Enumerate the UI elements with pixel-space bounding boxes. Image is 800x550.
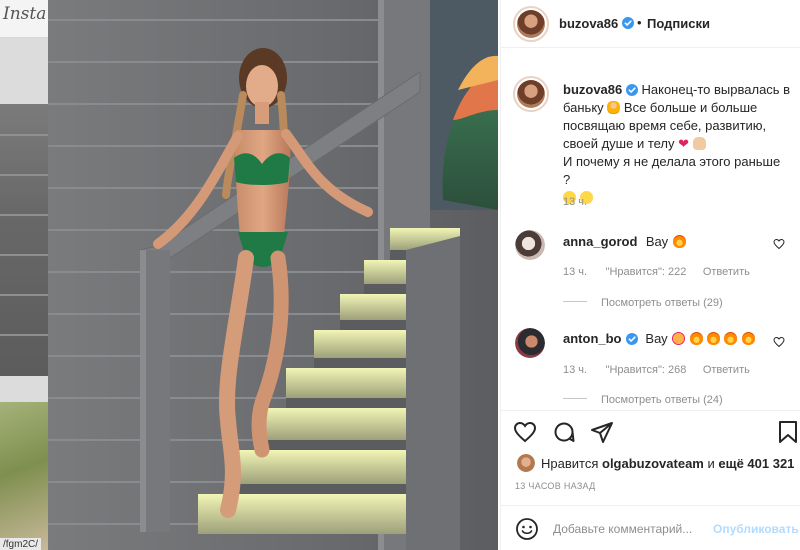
person-emoji-icon <box>607 101 621 114</box>
reply-button[interactable]: Ответить <box>703 266 750 278</box>
caption-line: посвящаю время себе, развитию, <box>563 118 767 133</box>
fire-emoji-icon <box>672 235 686 248</box>
background-thumbnail[interactable] <box>0 402 48 550</box>
fire-emoji-icon <box>689 332 703 345</box>
comment-input[interactable]: Добавьте комментарий... <box>553 522 692 536</box>
author-avatar[interactable] <box>513 6 549 42</box>
likes-summary: Нравится olgabuzovateam и ещё 401 321 <box>541 456 794 471</box>
verified-badge-icon <box>622 17 634 29</box>
comment-time[interactable]: 13 ч. <box>563 364 587 376</box>
caption-line: И почему я не делала этого раньше ? <box>563 154 781 187</box>
commenter-avatar[interactable] <box>515 328 545 358</box>
publish-button[interactable]: Опубликовать <box>713 522 799 536</box>
heart-eyes-emoji-icon <box>672 332 686 345</box>
reply-button[interactable]: Ответить <box>703 364 750 376</box>
comment-username[interactable]: anton_bo <box>563 331 622 346</box>
likes-prefix: Нравится <box>541 456 599 471</box>
post-timestamp[interactable]: 13 ЧАСОВ НАЗАД <box>515 481 596 491</box>
liker-username[interactable]: olgabuzovateam <box>602 456 704 471</box>
comment-row: anna_gorod Вау <box>563 233 686 251</box>
likes-count[interactable]: ещё 401 321 <box>718 456 794 471</box>
instagram-logo-text: Insta <box>3 4 47 24</box>
comment-meta: 13 ч. "Нравится": 222 Ответить <box>563 262 750 280</box>
fire-emoji-icon <box>741 332 755 345</box>
red-heart-emoji-icon: ❤ <box>678 136 690 151</box>
comment-username[interactable]: anna_gorod <box>563 234 637 249</box>
smiley-icon[interactable] <box>515 517 539 541</box>
comment-bubble-icon[interactable] <box>552 420 576 444</box>
commenter-avatar[interactable] <box>515 230 545 260</box>
verified-badge-icon <box>625 333 638 345</box>
caption-line: Все больше и больше <box>623 100 758 115</box>
status-url: /fgm2C/ <box>0 538 42 550</box>
liker-avatar[interactable] <box>517 454 535 472</box>
verified-badge-icon <box>625 84 638 96</box>
background-header: Insta <box>0 0 48 38</box>
comment-text: Вау <box>645 331 668 346</box>
comment-time[interactable]: 13 ч. <box>563 266 587 278</box>
post-photo[interactable] <box>48 0 498 550</box>
view-replies-button[interactable]: Посмотреть ответы (29) <box>563 293 723 311</box>
comment-text: Вау <box>645 234 669 249</box>
caption-line: Наконец-то вырвалась в <box>641 82 791 97</box>
comment-like-heart-icon[interactable] <box>773 238 785 250</box>
folded-hands-emoji-icon <box>692 137 706 150</box>
caption-time[interactable]: 13 ч. <box>563 196 587 208</box>
likes-middle: и <box>707 456 715 471</box>
post-side-panel: buzova86 • Подписки buzova86 Наконец-то … <box>500 0 800 550</box>
author-username[interactable]: buzova86 <box>559 16 618 31</box>
background-page: Insta /fgm2C/ <box>0 0 48 550</box>
fire-emoji-icon <box>724 332 738 345</box>
caption-avatar[interactable] <box>513 76 549 112</box>
caption-username[interactable]: buzova86 <box>563 82 622 97</box>
caption: buzova86 Наконец-то вырвалась в баньку В… <box>563 81 791 207</box>
heart-icon[interactable] <box>513 420 537 444</box>
separator-dot: • <box>637 15 642 30</box>
comment-row: anton_bo Вау <box>563 330 755 348</box>
background-thumbnail[interactable] <box>0 104 48 376</box>
paper-plane-icon[interactable] <box>590 420 614 444</box>
comment-likes[interactable]: "Нравится": 222 <box>606 266 687 278</box>
comment-meta: 13 ч. "Нравится": 268 Ответить <box>563 360 750 378</box>
post-image <box>48 0 498 550</box>
view-replies-button[interactable]: Посмотреть ответы (24) <box>563 390 723 408</box>
comment-like-heart-icon[interactable] <box>773 336 785 348</box>
bookmark-icon[interactable] <box>777 420 799 444</box>
post-header: buzova86 • Подписки <box>501 0 800 48</box>
following-button[interactable]: Подписки <box>647 16 710 31</box>
caption-line: баньку <box>563 100 604 115</box>
caption-line: своей душе и телу <box>563 136 675 151</box>
comment-likes[interactable]: "Нравится": 268 <box>606 364 687 376</box>
fire-emoji-icon <box>707 332 721 345</box>
